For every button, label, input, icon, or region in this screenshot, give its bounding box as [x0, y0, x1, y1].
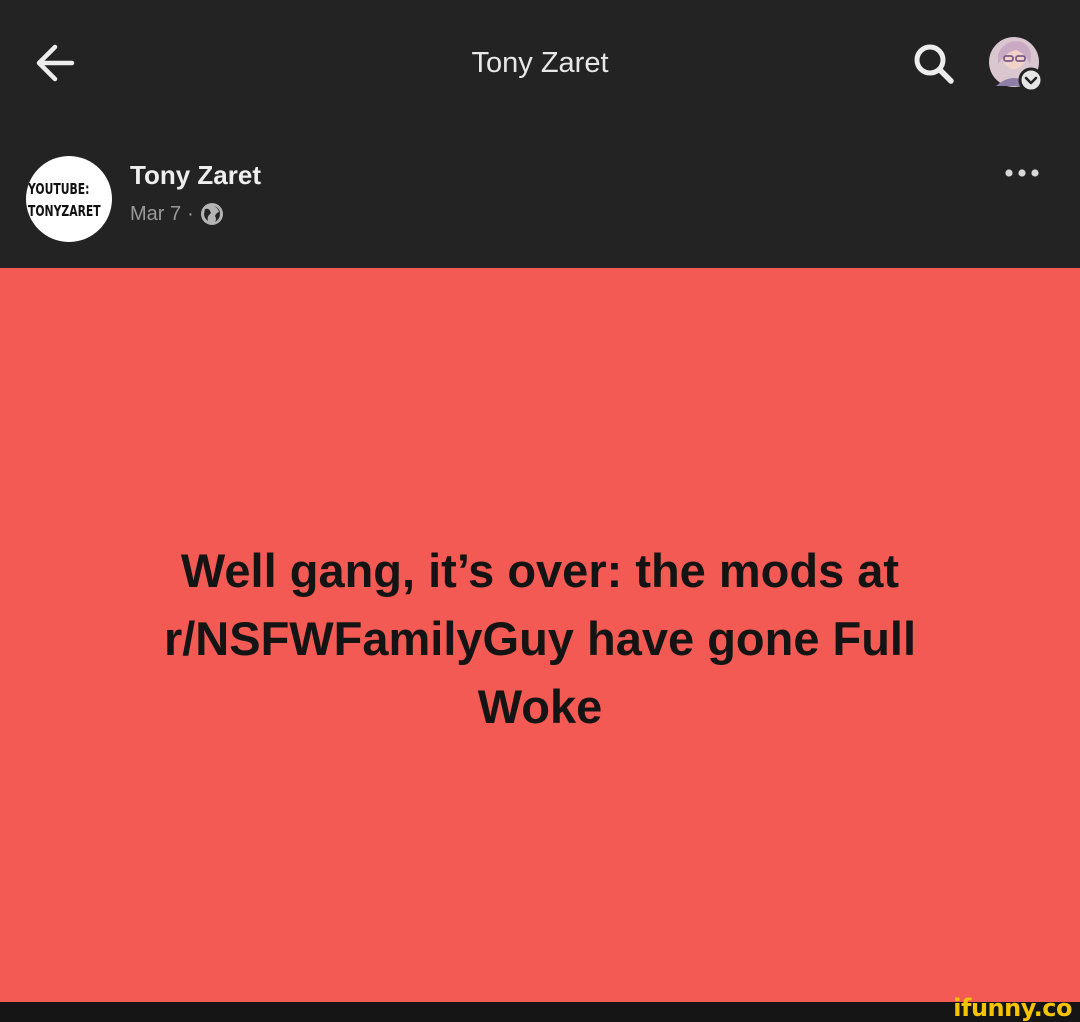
post-header: YOUTUBE: TONYZARET Tony Zaret Mar 7 · [0, 130, 1080, 268]
more-horizontal-icon [1005, 169, 1039, 177]
search-icon [914, 44, 954, 84]
author-name[interactable]: Tony Zaret [130, 160, 261, 190]
top-bar: Tony Zaret [0, 0, 1080, 130]
more-options-button[interactable] [1000, 160, 1046, 186]
avatar-text-line2: TONYZARET [28, 202, 101, 220]
search-button[interactable] [908, 38, 962, 88]
post-meta: Mar 7 · [130, 202, 224, 226]
footer-strip [0, 1002, 1080, 1022]
post-text: Well gang, it’s over: the mods at r/NSFW… [163, 544, 917, 733]
meta-separator: · [187, 202, 194, 225]
avatar-text-line1: YOUTUBE: [28, 180, 90, 198]
profile-avatar-button[interactable] [986, 34, 1048, 96]
watermark: ifunny.co [953, 994, 1072, 1022]
post-content: Well gang, it’s over: the mods at r/NSFW… [0, 268, 1080, 1002]
post-date[interactable]: Mar 7 [130, 203, 181, 226]
globe-icon [200, 203, 223, 225]
page-avatar[interactable]: YOUTUBE: TONYZARET [26, 156, 112, 242]
profile-avatar-icon [989, 37, 1044, 93]
